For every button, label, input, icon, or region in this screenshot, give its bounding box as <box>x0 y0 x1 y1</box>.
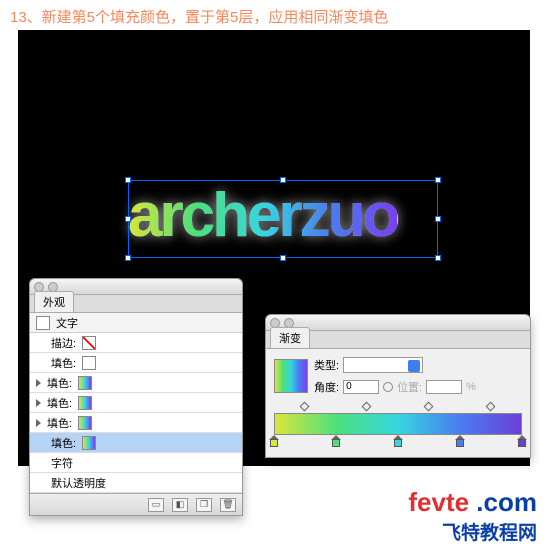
color-stop[interactable] <box>517 435 527 447</box>
wm-text: fevte <box>408 487 469 517</box>
gradient-preview-swatch[interactable] <box>274 359 308 393</box>
resize-handle[interactable] <box>125 255 131 261</box>
appearance-row[interactable]: 描边: <box>30 333 242 353</box>
expand-icon[interactable] <box>36 399 41 407</box>
row-label: 字符 <box>51 455 73 471</box>
resize-handle[interactable] <box>435 216 441 222</box>
gradient-panel[interactable]: 渐变 类型: 角度: 0 位置: % <box>265 314 531 458</box>
watermark: fevte .com 飞特教程网 <box>408 487 537 545</box>
new-fill-button[interactable]: ▭ <box>148 498 164 512</box>
wm-text: .com <box>469 487 537 517</box>
appearance-row[interactable]: 填色: <box>30 353 242 373</box>
midpoint-slider[interactable] <box>485 402 495 412</box>
gradient-type-dropdown[interactable] <box>343 357 423 373</box>
target-label: 文字 <box>56 315 78 331</box>
row-label: 填色: <box>51 355 76 371</box>
wm-text: 飞特教程网 <box>408 518 537 545</box>
appearance-row[interactable]: 填色: <box>30 433 242 453</box>
type-label: 类型: <box>314 357 339 373</box>
position-unit: % <box>466 381 476 393</box>
appearance-row[interactable]: 字符 <box>30 453 242 473</box>
resize-handle[interactable] <box>435 255 441 261</box>
close-icon[interactable] <box>34 282 44 292</box>
position-input[interactable] <box>426 380 462 394</box>
midpoint-slider[interactable] <box>299 402 309 412</box>
tab-gradient[interactable]: 渐变 <box>270 327 310 348</box>
appearance-row[interactable]: 默认透明度 <box>30 473 242 493</box>
selection-bbox[interactable] <box>128 180 438 258</box>
fill-swatch[interactable] <box>82 356 96 370</box>
appearance-row[interactable]: 填色: <box>30 413 242 433</box>
gradient-bar[interactable] <box>274 413 522 435</box>
angle-input[interactable]: 0 <box>343 380 379 394</box>
expand-icon[interactable] <box>36 379 41 387</box>
appearance-row[interactable]: 填色: <box>30 373 242 393</box>
color-stop[interactable] <box>269 435 279 447</box>
gradient-editor[interactable] <box>274 403 522 449</box>
resize-handle[interactable] <box>280 177 286 183</box>
panel-tabs: 外观 <box>30 295 242 313</box>
minimize-icon[interactable] <box>48 282 58 292</box>
color-stop[interactable] <box>393 435 403 447</box>
fill-swatch[interactable] <box>82 336 96 350</box>
row-label: 填色: <box>51 435 76 451</box>
panel-footer: ▭ ◧ ❐ 🗑 <box>30 493 242 515</box>
color-stop[interactable] <box>331 435 341 447</box>
expand-icon[interactable] <box>36 419 41 427</box>
row-label: 填色: <box>47 415 72 431</box>
target-row: 文字 <box>30 313 242 333</box>
resize-handle[interactable] <box>280 255 286 261</box>
resize-handle[interactable] <box>435 177 441 183</box>
duplicate-button[interactable]: ❐ <box>196 498 212 512</box>
new-stroke-button[interactable]: ◧ <box>172 498 188 512</box>
panel-tabs: 渐变 <box>266 331 530 349</box>
delete-button[interactable]: 🗑 <box>220 498 236 512</box>
appearance-row[interactable]: 填色: <box>30 393 242 413</box>
fill-swatch[interactable] <box>78 376 92 390</box>
row-label: 描边: <box>51 335 76 351</box>
midpoint-slider[interactable] <box>361 402 371 412</box>
color-stop[interactable] <box>455 435 465 447</box>
position-label: 位置: <box>397 379 422 395</box>
target-swatch <box>36 316 50 330</box>
step-caption: 13、新建第5个填充颜色，置于第5层，应用相同渐变填色 <box>10 6 388 27</box>
tab-appearance[interactable]: 外观 <box>34 291 74 312</box>
close-icon[interactable] <box>270 318 280 328</box>
midpoint-slider[interactable] <box>423 402 433 412</box>
fill-swatch[interactable] <box>82 436 96 450</box>
row-label: 填色: <box>47 375 72 391</box>
appearance-panel[interactable]: 外观 文字 描边: 填色: 填色: 填色: 填色: 填色: 字符默认透明度 ▭ ◧ ❐ 🗑 <box>29 278 243 516</box>
fill-swatch[interactable] <box>78 396 92 410</box>
angle-label: 角度: <box>314 379 339 395</box>
degree-icon <box>383 382 393 392</box>
fill-swatch[interactable] <box>78 416 92 430</box>
resize-handle[interactable] <box>125 216 131 222</box>
resize-handle[interactable] <box>125 177 131 183</box>
row-label: 默认透明度 <box>51 475 106 491</box>
row-label: 填色: <box>47 395 72 411</box>
minimize-icon[interactable] <box>284 318 294 328</box>
